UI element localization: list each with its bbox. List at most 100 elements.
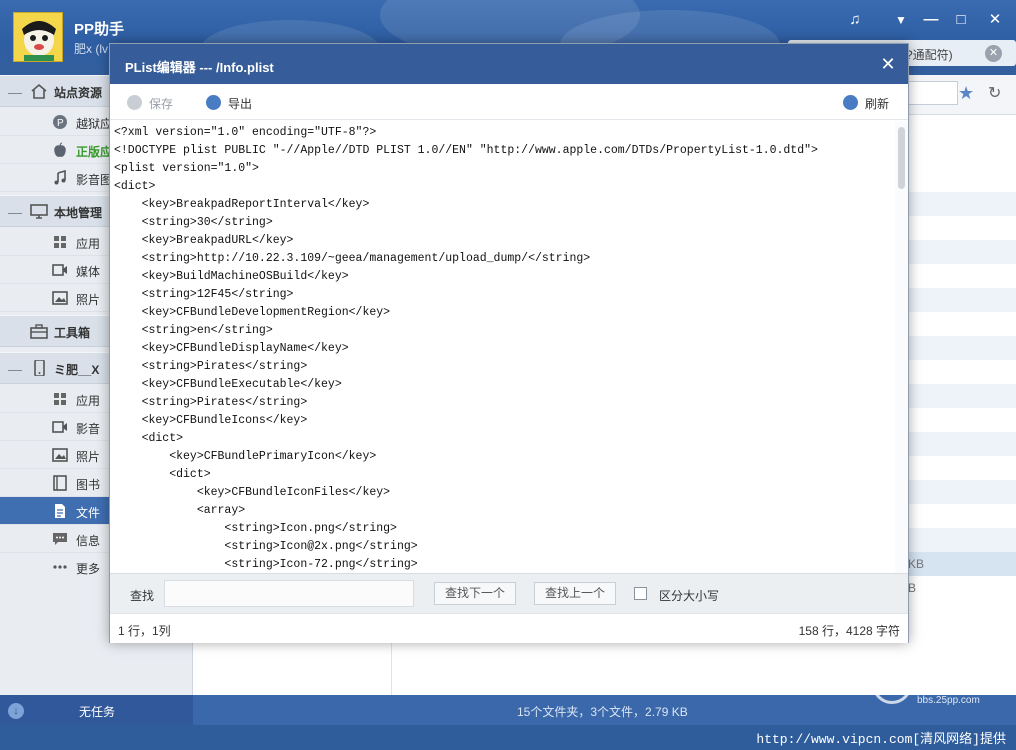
watermark-logo: [872, 664, 912, 704]
svg-text:P: P: [57, 118, 64, 129]
sidebar-item-label: 图书: [76, 478, 101, 492]
code-line: <string>Pirates</string>: [114, 396, 308, 409]
refresh-button[interactable]: 刷新: [843, 94, 903, 112]
file-size: B: [908, 581, 917, 595]
dialog-title-bar[interactable]: PList编辑器 --- /Info.plist ✕: [110, 44, 908, 84]
code-line: <string>12F45</string>: [114, 288, 294, 301]
column-divider: [391, 640, 392, 695]
download-icon[interactable]: ↓: [8, 703, 24, 719]
cursor-position: 1 行，1列: [118, 624, 171, 638]
close-window-button[interactable]: ✕: [982, 10, 1008, 30]
code-line: <key>BuildMachineOSBuild</key>: [114, 270, 349, 283]
code-line: <key>CFBundlePrimaryIcon</key>: [114, 450, 377, 463]
find-label: 查找: [130, 589, 155, 603]
dialog-close-button[interactable]: ✕: [878, 54, 898, 74]
code-line: <string>http://10.22.3.109/~geea/managem…: [114, 252, 591, 265]
task-label: 无任务: [79, 705, 116, 719]
address-bar[interactable]: [908, 81, 958, 105]
search-clear-icon[interactable]: ✕: [985, 45, 1002, 62]
code-line: <string>Icon@2x.png</string>: [114, 540, 418, 553]
file-size: KB: [908, 557, 925, 571]
sidebar-item-label: 更多: [76, 562, 101, 576]
editor-scrollbar-thumb[interactable]: [898, 127, 905, 189]
file-row[interactable]: [908, 480, 1016, 504]
user-avatar[interactable]: [13, 12, 63, 62]
photo-icon: [52, 290, 68, 306]
more-dots-icon: [52, 559, 68, 575]
book-icon: [52, 475, 68, 491]
code-line: <array>: [114, 504, 246, 517]
file-icon: [52, 503, 68, 519]
code-line: <key>BreakpadReportInterval</key>: [114, 198, 370, 211]
home-icon: [30, 83, 48, 99]
code-line: <string>30</string>: [114, 216, 273, 229]
code-line: <dict>: [114, 180, 156, 193]
search-placeholder: ?通配符): [906, 48, 953, 62]
sidebar-item-label: 影音: [76, 422, 101, 436]
sidebar-item-label: 信息: [76, 534, 101, 548]
favorite-star-icon[interactable]: ★: [958, 83, 978, 103]
apple-icon: [52, 142, 68, 158]
music-note-icon: [52, 169, 68, 186]
code-line: <!DOCTYPE plist PUBLIC "-//Apple//DTD PL…: [114, 144, 818, 157]
sidebar-group-label: ミ肥__X: [54, 363, 100, 377]
plist-editor-dialog: PList编辑器 --- /Info.plist ✕ 保存 导出 刷新 <?xm…: [109, 43, 909, 643]
editor-toolbar: 保存 导出 刷新: [110, 84, 908, 120]
document-stats: 158 行，4128 字符: [798, 624, 900, 638]
sidebar-item-label: 照片: [76, 450, 101, 464]
toolbox-icon: [30, 323, 48, 339]
maximize-button[interactable]: □: [948, 10, 974, 30]
reload-icon[interactable]: ↻: [988, 84, 1008, 104]
match-case-checkbox[interactable]: [634, 587, 647, 600]
message-icon: [52, 531, 68, 547]
sidebar-group-label: 工具箱: [54, 326, 91, 340]
code-line: <plist version="1.0">: [114, 162, 259, 175]
file-row[interactable]: [908, 288, 1016, 312]
export-button[interactable]: 导出: [206, 94, 266, 112]
video-icon: [52, 419, 68, 435]
minimize-button[interactable]: —: [918, 10, 944, 30]
find-previous-button[interactable]: 查找上一个: [534, 582, 616, 605]
code-line: <string>Icon-72.png</string>: [114, 558, 418, 571]
file-row[interactable]: [908, 432, 1016, 456]
refresh-label: 刷新: [865, 97, 890, 111]
sidebar-item-label: 正版应: [76, 145, 113, 159]
file-row[interactable]: [908, 528, 1016, 552]
save-button[interactable]: 保存: [127, 94, 187, 112]
sidebar-item-label: 媒体: [76, 265, 101, 279]
file-row-selected[interactable]: [908, 552, 1016, 576]
video-icon: [52, 262, 68, 278]
save-icon: [127, 95, 142, 110]
dialog-title: PList编辑器 --- /Info.plist: [125, 60, 274, 75]
photo-icon: [52, 447, 68, 463]
export-label: 导出: [228, 97, 253, 111]
code-line: <?xml version="1.0" encoding="UTF-8"?>: [114, 126, 377, 139]
collapse-icon[interactable]: —: [8, 361, 22, 377]
code-line: <dict>: [114, 432, 184, 445]
grid-icon: [52, 234, 68, 250]
file-row[interactable]: [908, 192, 1016, 216]
code-line: <key>CFBundleIconFiles</key>: [114, 486, 391, 499]
code-line: <dict>: [114, 468, 211, 481]
music-icon[interactable]: ♫: [842, 10, 868, 30]
menu-dropdown-icon[interactable]: ▼: [888, 10, 914, 30]
code-line: <key>CFBundleDisplayName</key>: [114, 342, 349, 355]
folder-summary: 15个文件夹，3个文件，2.79 KB: [517, 705, 688, 719]
code-line: <string>Pirates</string>: [114, 360, 308, 373]
file-row[interactable]: [908, 336, 1016, 360]
plist-text-editor[interactable]: <?xml version="1.0" encoding="UTF-8"?> <!…: [110, 121, 908, 573]
user-name[interactable]: 肥x (lv: [74, 40, 108, 57]
sidebar-group-label: 本地管理: [54, 206, 103, 220]
editor-status-bar: 1 行，1列 158 行，4128 字符: [110, 613, 908, 643]
file-row[interactable]: [908, 240, 1016, 264]
watermark-url: bbs.25pp.com: [917, 695, 980, 706]
sidebar-item-label: 应用: [76, 237, 101, 251]
find-input[interactable]: [164, 580, 414, 607]
phone-icon: [30, 359, 48, 377]
find-bar: 查找 查找下一个 查找上一个 区分大小写: [110, 573, 908, 613]
collapse-icon[interactable]: —: [8, 84, 22, 100]
file-row[interactable]: [908, 384, 1016, 408]
collapse-icon[interactable]: —: [8, 204, 22, 220]
find-next-button[interactable]: 查找下一个: [434, 582, 516, 605]
refresh-icon: [843, 95, 858, 110]
